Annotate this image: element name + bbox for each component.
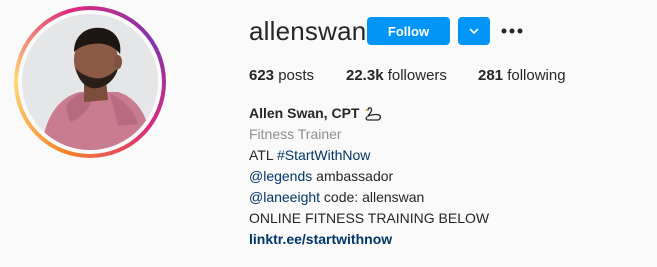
- mention-link-legends[interactable]: @legends: [249, 168, 312, 184]
- bio-external-link[interactable]: linktr.ee/startwithnow: [249, 229, 489, 250]
- following-label: following: [507, 67, 566, 84]
- bio-line-3: @laneeight code: allenswan: [249, 187, 489, 208]
- avatar[interactable]: [22, 14, 158, 150]
- follow-button[interactable]: Follow: [367, 17, 450, 45]
- posts-stat: 623 posts: [249, 67, 314, 84]
- posts-label: posts: [278, 67, 315, 84]
- followers-count: 22.3k: [346, 67, 384, 84]
- bio-line-2: @legends ambassador: [249, 166, 489, 187]
- posts-count: 623: [249, 67, 275, 84]
- profile-avatar-ring[interactable]: [14, 6, 166, 158]
- chevron-down-icon: [469, 28, 479, 34]
- bio-line-3-suffix: code: allenswan: [320, 189, 425, 205]
- bio-name-row: Allen Swan, CPT: [249, 103, 489, 124]
- suggested-accounts-button[interactable]: [458, 17, 490, 45]
- hashtag-link[interactable]: #StartWithNow: [277, 147, 370, 163]
- more-options-button[interactable]: [498, 19, 526, 43]
- more-options-icon: [501, 28, 523, 34]
- followers-label: followers: [387, 67, 447, 84]
- followers-stat[interactable]: 22.3k followers: [346, 67, 447, 84]
- profile-photo: [22, 14, 158, 150]
- bio-category: Fitness Trainer: [249, 126, 342, 142]
- following-stat[interactable]: 281 following: [478, 67, 566, 84]
- profile-username: allenswan: [249, 16, 367, 46]
- profile-bio: Allen Swan, CPT Fitness Trainer ATL #Sta…: [249, 103, 489, 250]
- full-name: Allen Swan, CPT: [249, 105, 360, 121]
- avatar-gap: [18, 10, 162, 154]
- bio-line-1-prefix: ATL: [249, 147, 278, 163]
- bio-line-2-suffix: ambassador: [312, 168, 394, 184]
- mention-link-laneeight[interactable]: @laneeight: [249, 189, 320, 205]
- bio-line-1: ATL #StartWithNow: [249, 145, 489, 166]
- following-count: 281: [478, 67, 504, 84]
- bio-line-4: ONLINE FITNESS TRAINING BELOW: [249, 210, 490, 226]
- swan-icon: [364, 106, 382, 121]
